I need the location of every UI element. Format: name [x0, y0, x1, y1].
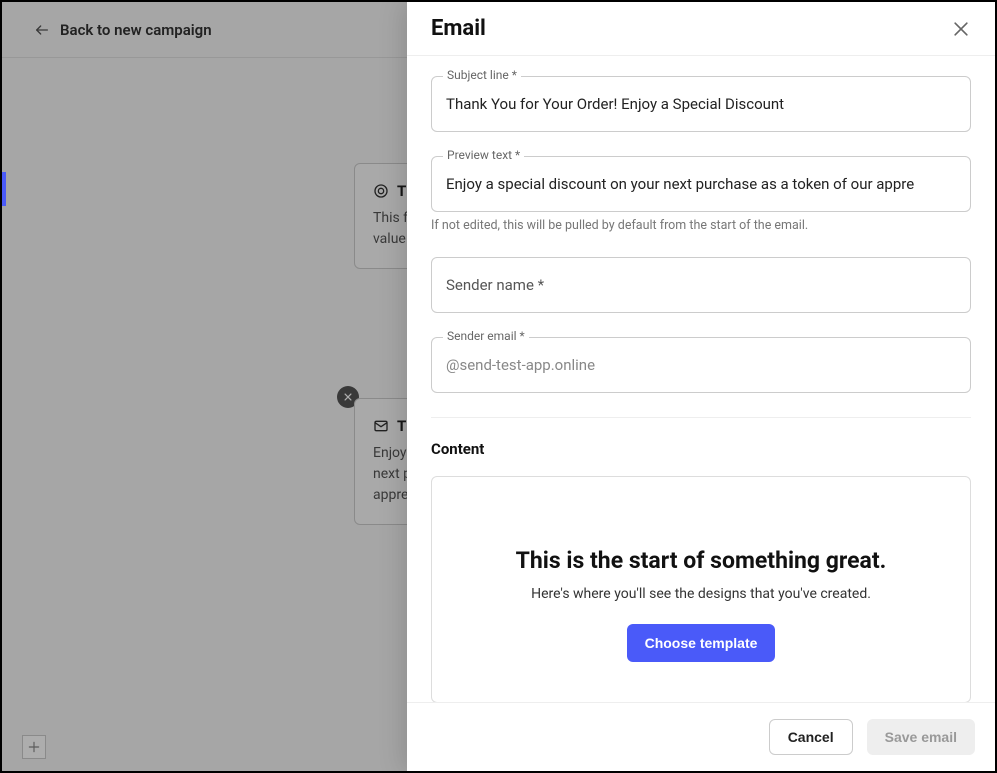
- sender-email-input[interactable]: [431, 337, 971, 393]
- drawer-body: Subject line * Preview text * If not edi…: [407, 56, 995, 702]
- content-empty-state: This is the start of something great. He…: [431, 476, 971, 702]
- content-headline: This is the start of something great.: [462, 547, 940, 574]
- section-divider: [431, 417, 971, 418]
- drawer-title: Email: [431, 16, 486, 41]
- close-button[interactable]: [951, 19, 971, 39]
- email-drawer: Email Subject line * Preview text * If n…: [407, 2, 995, 771]
- preview-helper: If not edited, this will be pulled by de…: [431, 218, 971, 233]
- close-icon: [951, 19, 971, 39]
- preview-input[interactable]: [431, 156, 971, 212]
- choose-template-button[interactable]: Choose template: [627, 624, 776, 662]
- preview-label: Preview text *: [443, 148, 524, 162]
- cancel-button[interactable]: Cancel: [769, 719, 853, 755]
- sender-name-field-wrap: Sender name *: [431, 257, 971, 313]
- save-email-button[interactable]: Save email: [867, 719, 975, 755]
- content-subtext: Here's where you'll see the designs that…: [462, 586, 940, 602]
- subject-field-wrap: Subject line *: [431, 76, 971, 132]
- drawer-header: Email: [407, 2, 995, 56]
- sender-name-input[interactable]: Sender name *: [431, 257, 971, 313]
- subject-label: Subject line *: [443, 68, 521, 82]
- left-accent-bar: [2, 172, 6, 206]
- drawer-footer: Cancel Save email: [407, 702, 995, 771]
- sender-email-label: Sender email *: [443, 329, 529, 343]
- content-section-label: Content: [431, 440, 971, 458]
- subject-input[interactable]: [431, 76, 971, 132]
- preview-field-wrap: Preview text *: [431, 156, 971, 212]
- sender-email-field-wrap: Sender email *: [431, 337, 971, 393]
- sender-name-label: Sender name *: [446, 276, 544, 294]
